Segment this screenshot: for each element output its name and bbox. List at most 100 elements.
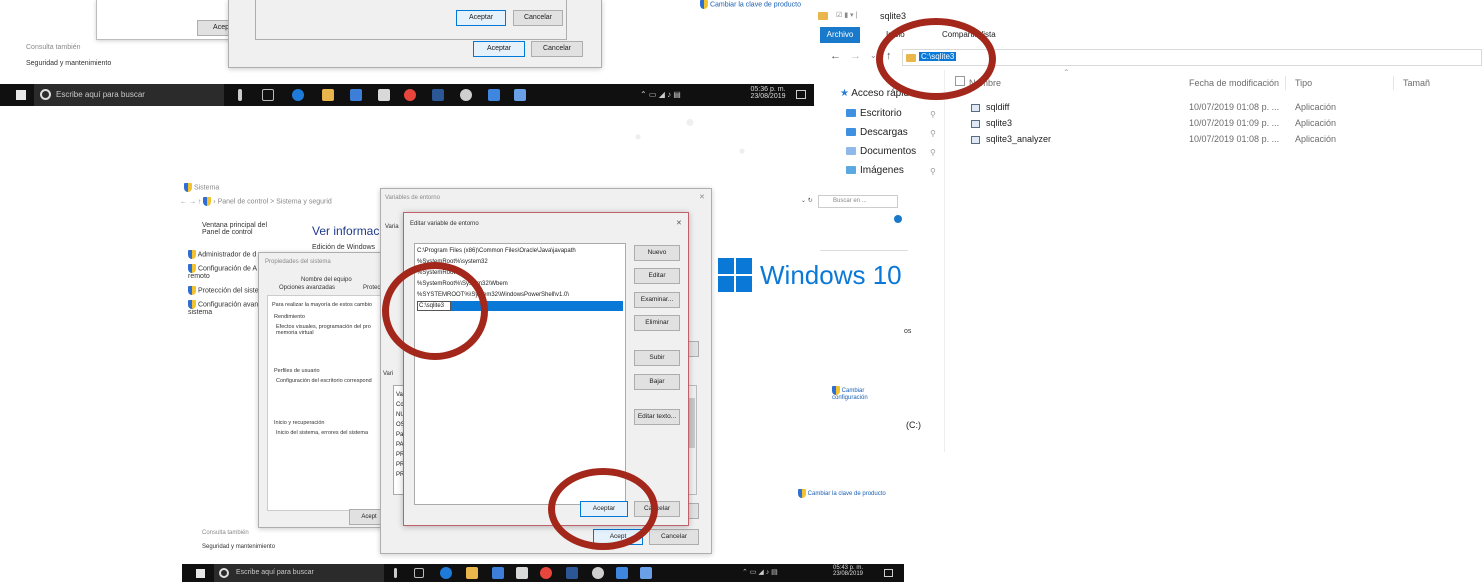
col-size[interactable]: Tamañ [1403, 78, 1430, 88]
photos-icon[interactable] [488, 89, 500, 101]
bottom-clock[interactable]: 05:43 p. m. 23/08/2019 [828, 565, 868, 577]
path-entry[interactable]: C:\Program Files (x86)\Common Files\Orac… [417, 246, 623, 256]
edit-text-button[interactable]: Editar texto... [634, 409, 680, 425]
nav-downloads[interactable]: Descargas [846, 127, 908, 138]
path-entry-selected[interactable]: C:\sqlite3 [417, 301, 623, 311]
path-entry[interactable]: %SystemRoot% [417, 268, 623, 278]
nav-desktop[interactable]: Escritorio [846, 108, 902, 119]
path-entry[interactable]: %SYSTEMROOT%\System32\WindowsPowerShell\… [417, 290, 623, 300]
path-entry[interactable]: %SystemRoot%\system32 [417, 257, 623, 267]
mic-icon[interactable] [394, 568, 397, 578]
pin-icon[interactable]: ⚲ [930, 148, 936, 157]
move-down-button[interactable]: Bajar [634, 374, 680, 390]
env-accept-button[interactable]: Acept [593, 529, 643, 545]
nav-images[interactable]: Imágenes [846, 165, 904, 176]
task-view-icon[interactable] [262, 89, 274, 101]
chrome-icon[interactable] [540, 567, 552, 579]
col-type[interactable]: Tipo [1295, 78, 1312, 88]
side-link-remote[interactable]: Configuración de A remoto [188, 264, 268, 280]
pin-icon[interactable]: ⚲ [930, 129, 936, 138]
edge-icon[interactable] [292, 89, 304, 101]
settings-icon[interactable] [460, 89, 472, 101]
mic-icon[interactable] [238, 89, 242, 101]
up-arrow-icon[interactable]: ↑ [886, 50, 892, 62]
env-vars-close-icon[interactable]: ✕ [699, 193, 705, 201]
path-entry[interactable]: %SystemRoot%\System32\Wbem [417, 279, 623, 289]
top-cancel-button[interactable]: Cancelar [531, 41, 583, 57]
shield-icon [188, 286, 196, 295]
forward-arrow-icon[interactable]: → [850, 50, 861, 62]
side-link-protection[interactable]: Protección del sister [188, 286, 261, 295]
top-inner-accept-button[interactable]: Aceptar [456, 10, 506, 26]
explorer-icon[interactable] [466, 567, 478, 579]
edge-icon[interactable] [440, 567, 452, 579]
nav-quick-access[interactable]: ★ Acceso rápido [840, 88, 915, 99]
side-link-device-manager[interactable]: Administrador de d [188, 250, 256, 259]
edit-button[interactable]: Editar [634, 268, 680, 284]
tab-archivo[interactable]: Archivo [820, 27, 860, 43]
bottom-clock-date: 23/08/2019 [832, 571, 864, 577]
pin-icon[interactable]: ⚲ [930, 167, 936, 176]
store-icon[interactable] [350, 89, 362, 101]
tab-protection[interactable]: Protec [363, 285, 380, 291]
file-row[interactable]: sqlite3 10/07/2019 01:09 p. ... Aplicaci… [971, 118, 1471, 128]
product-key-link[interactable]: Cambiar la clave de producto [798, 489, 886, 498]
settings-icon[interactable] [592, 567, 604, 579]
word-icon[interactable] [432, 89, 444, 101]
mail-icon[interactable] [516, 567, 528, 579]
tab-vista[interactable]: Vista [978, 30, 996, 39]
start-icon[interactable] [16, 90, 26, 100]
breadcrumb-text[interactable]: Panel de control > Sistema y segurid [218, 198, 332, 205]
bottom-taskbar-search[interactable]: Escribe aquí para buscar [214, 564, 384, 582]
back-arrow-icon[interactable]: ← [830, 50, 841, 62]
tab-advanced-options[interactable]: Opciones avanzadas [279, 285, 335, 291]
tab-inicio[interactable]: Inicio [886, 30, 905, 39]
refresh-icon[interactable]: ⌄ ↻ [801, 196, 813, 207]
explorer-icon[interactable] [322, 89, 334, 101]
file-row[interactable]: sqlite3_analyzer 10/07/2019 01:08 p. ...… [971, 134, 1471, 144]
address-text[interactable]: C:\sqlite3 [919, 52, 957, 61]
select-all-checkbox[interactable] [955, 76, 965, 86]
browse-button[interactable]: Examinar... [634, 292, 680, 308]
change-config-link[interactable]: Cambiar configuración [832, 386, 892, 401]
photos-icon[interactable] [616, 567, 628, 579]
top-clock[interactable]: 05:36 p. m. 23/08/2019 [746, 86, 790, 100]
help-icon[interactable] [894, 215, 902, 223]
col-name[interactable]: Nombre [969, 78, 1001, 88]
move-up-button[interactable]: Subir [634, 350, 680, 366]
chrome-icon[interactable] [404, 89, 416, 101]
top-security-link[interactable]: Seguridad y mantenimiento [26, 60, 111, 67]
top-taskbar-search[interactable]: Escribe aquí para buscar [34, 84, 224, 106]
control-panel-icon[interactable] [514, 89, 526, 101]
address-bar[interactable]: C:\sqlite3 [902, 49, 1482, 66]
mail-icon[interactable] [378, 89, 390, 101]
store-icon[interactable] [492, 567, 504, 579]
control-panel-icon[interactable] [640, 567, 652, 579]
qat-icons[interactable]: ☑ ▮ ▾ | [836, 11, 857, 19]
col-date[interactable]: Fecha de modificación [1189, 78, 1279, 88]
nav-documents[interactable]: Documentos [846, 146, 916, 157]
notification-icon[interactable] [884, 569, 893, 577]
accept-button[interactable]: Aceptar [580, 501, 628, 517]
system-search[interactable]: ⌄ ↻ Buscar en ... [801, 195, 898, 208]
edit-env-listbox[interactable]: C:\Program Files (x86)\Common Files\Orac… [414, 243, 626, 505]
tab-computer-name[interactable]: Nombre del equipo [301, 277, 352, 283]
file-row[interactable]: sqldiff 10/07/2019 01:08 p. ... Aplicaci… [971, 102, 1471, 112]
delete-button[interactable]: Eliminar [634, 315, 680, 331]
side-home-link[interactable]: Ventana principal del Panel de control [202, 222, 280, 236]
security-link[interactable]: Seguridad y mantenimiento [202, 544, 275, 550]
top-accept-button[interactable]: Aceptar [473, 41, 525, 57]
recent-chevron-icon[interactable]: ⌄ [870, 51, 877, 60]
pin-icon[interactable]: ⚲ [930, 110, 936, 119]
edit-env-close-icon[interactable]: ✕ [676, 219, 682, 227]
top-inner-cancel-button[interactable]: Cancelar [513, 10, 563, 26]
top-product-key-link[interactable]: Cambiar la clave de producto [700, 0, 801, 9]
start-icon[interactable] [196, 569, 205, 578]
new-button[interactable]: Nuevo [634, 245, 680, 261]
notification-icon[interactable] [796, 90, 806, 99]
tab-compartir[interactable]: Compartir [942, 30, 977, 39]
word-icon[interactable] [566, 567, 578, 579]
task-view-icon[interactable] [414, 568, 424, 578]
env-cancel-button[interactable]: Cancelar [649, 529, 699, 545]
cancel-button[interactable]: Cancelar [634, 501, 680, 517]
